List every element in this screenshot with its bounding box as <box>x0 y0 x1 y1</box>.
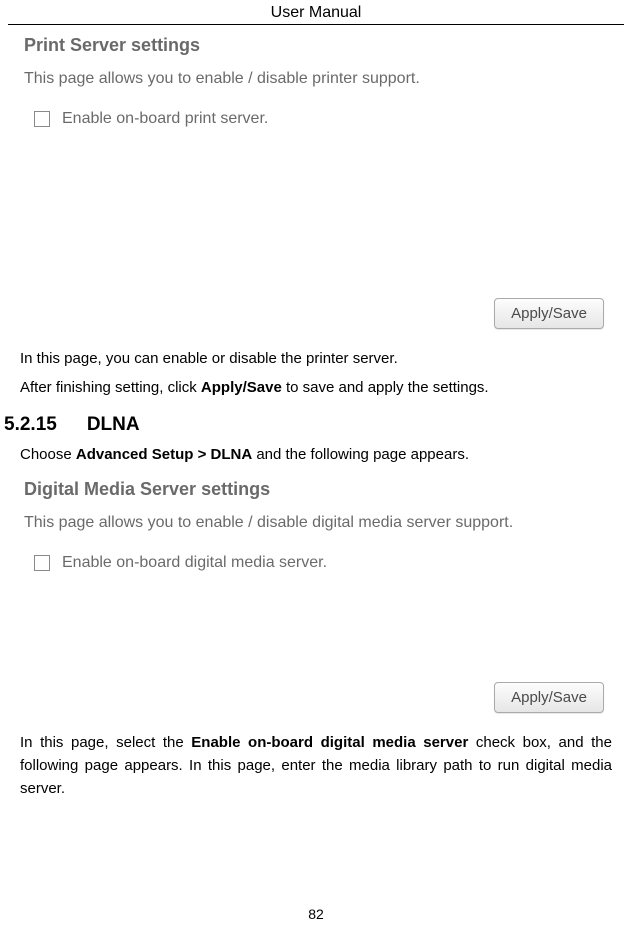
enable-print-server-checkbox[interactable] <box>34 111 50 127</box>
dlna-description: This page allows you to enable / disable… <box>24 514 608 532</box>
apply-save-button-dlna[interactable]: Apply/Save <box>494 682 604 713</box>
choose-bold: Advanced Setup > DLNA <box>76 446 252 463</box>
enable-dlna-row: Enable on-board digital media server. <box>34 554 608 572</box>
page-number: 82 <box>0 906 632 922</box>
page-header: User Manual <box>8 0 624 25</box>
choose-line: Choose Advanced Setup > DLNA and the fol… <box>20 446 612 463</box>
dlna-screenshot: Digital Media Server settings This page … <box>18 469 614 723</box>
print-server-screenshot: Print Server settings This page allows y… <box>18 25 614 339</box>
enable-dlna-label: Enable on-board digital media server. <box>62 554 327 572</box>
section-title: DLNA <box>87 414 140 435</box>
dlna-bold: Enable on-board digital media server <box>191 734 468 751</box>
section-heading-dlna: 5.2.15DLNA <box>18 414 614 436</box>
print-server-description: This page allows you to enable / disable… <box>24 70 608 88</box>
enable-print-server-row: Enable on-board print server. <box>34 110 608 128</box>
header-title: User Manual <box>271 4 362 21</box>
print-server-explain-2: After finishing setting, click Apply/Sav… <box>20 376 612 399</box>
apply-save-button[interactable]: Apply/Save <box>494 298 604 329</box>
section-number: 5.2.15 <box>4 414 57 436</box>
enable-print-server-label: Enable on-board print server. <box>62 110 268 128</box>
apply-save-bold: Apply/Save <box>201 379 282 396</box>
dlna-explain: In this page, select the Enable on-board… <box>20 731 612 801</box>
print-server-explain-1: In this page, you can enable or disable … <box>20 347 612 370</box>
enable-dlna-checkbox[interactable] <box>34 555 50 571</box>
print-server-title: Print Server settings <box>24 35 608 56</box>
dlna-title: Digital Media Server settings <box>24 479 608 500</box>
